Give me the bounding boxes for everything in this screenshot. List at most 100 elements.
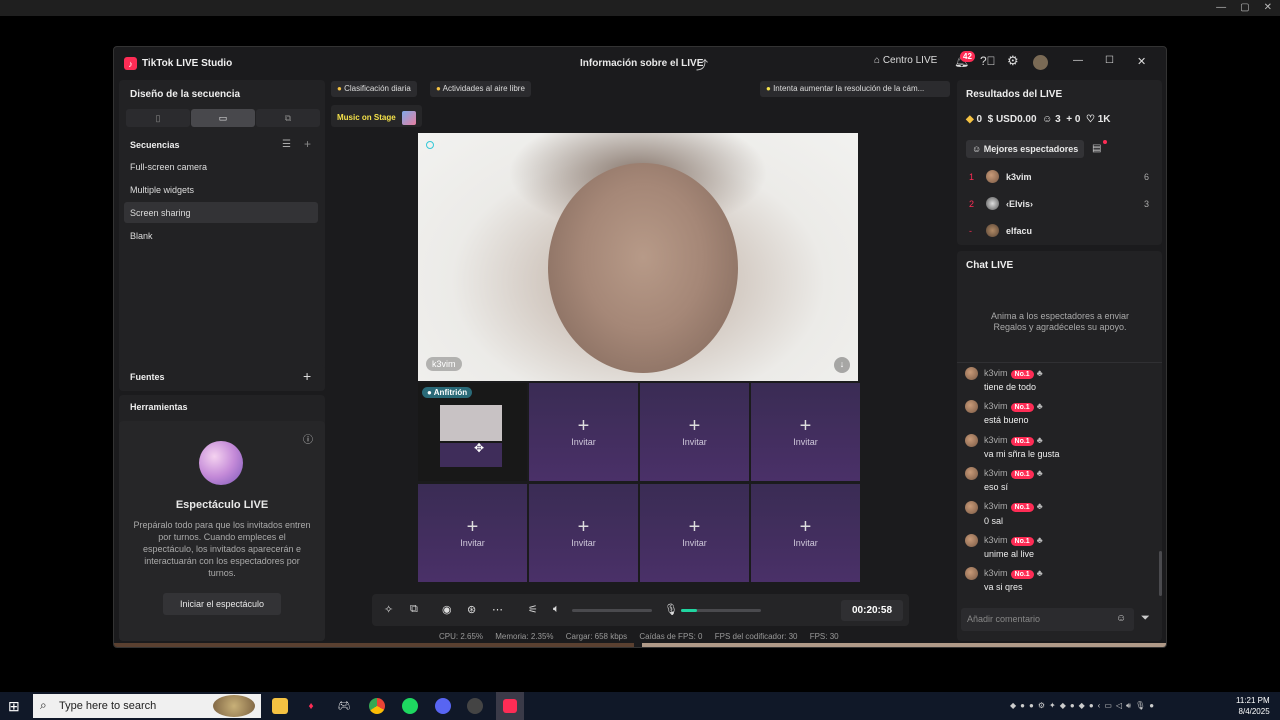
layout-switch-icon[interactable]: ⧉ bbox=[410, 603, 418, 616]
invite-cell[interactable]: + Invitar bbox=[529, 383, 638, 481]
top-fan-badge: No.1 bbox=[1010, 536, 1034, 546]
record-icon[interactable]: ◉ bbox=[442, 603, 452, 616]
outer-minimize-icon[interactable]: — bbox=[1216, 2, 1226, 13]
chat-scrollbar[interactable] bbox=[1159, 551, 1162, 596]
viewers-icon: ☺ bbox=[1042, 114, 1053, 125]
outer-close-icon[interactable]: ✕ bbox=[1264, 2, 1272, 13]
invite-cell[interactable]: + Invitar bbox=[529, 484, 638, 582]
sequence-blank[interactable]: Blank bbox=[124, 225, 318, 246]
live-show-title: Espectáculo LIVE bbox=[175, 499, 269, 511]
app-title: TikTok LIVE Studio bbox=[142, 58, 233, 69]
chrome-icon[interactable] bbox=[369, 698, 385, 714]
capture-icon[interactable]: ⊛ bbox=[467, 603, 476, 616]
taskbar-clock[interactable]: 11:21 PM 8/4/2025 bbox=[1236, 695, 1270, 717]
new-followers-icon: + bbox=[1066, 114, 1073, 125]
chat-message-text: 0 sal bbox=[984, 515, 1004, 526]
sequence-full-screen-camera[interactable]: Full-screen camera bbox=[124, 156, 318, 177]
chat-message[interactable]: k3vim No.1 ♣ va mi sñra le gusta bbox=[965, 433, 1155, 459]
add-sequence-icon[interactable]: + bbox=[304, 137, 311, 151]
dual-screen-icon: ⧉ bbox=[284, 112, 292, 123]
spotify-icon[interactable] bbox=[402, 698, 418, 714]
profile-avatar[interactable] bbox=[1033, 55, 1048, 70]
music-on-stage-label: Music on Stage bbox=[337, 113, 396, 123]
invite-cell[interactable]: + Invitar bbox=[418, 484, 527, 582]
chat-message[interactable]: k3vim No.1 ♣ tiene de todo bbox=[965, 367, 1155, 392]
ranking-row[interactable]: 1 k3vim 6 bbox=[965, 170, 1155, 192]
list-view-icon[interactable]: ▤ bbox=[1092, 143, 1101, 154]
invite-cell[interactable]: + Invitar bbox=[751, 484, 860, 582]
phone-portrait-icon: ▯ bbox=[155, 112, 161, 123]
outdoor-activities-chip[interactable]: ● Actividades al aire libre bbox=[430, 81, 531, 97]
emoji-icon[interactable]: ☺ bbox=[1116, 613, 1126, 624]
share-icon[interactable]: ⤴ bbox=[696, 56, 708, 73]
resolution-hint-chip[interactable]: ● Intenta aumentar la resolución de la c… bbox=[760, 81, 950, 97]
close-icon[interactable]: ✕ bbox=[1137, 55, 1146, 68]
tiktok-live-taskbar-icon[interactable] bbox=[496, 692, 524, 720]
add-source-icon[interactable]: + bbox=[303, 368, 311, 384]
filter-icon[interactable]: ⏷ bbox=[1141, 612, 1150, 625]
volume-slider[interactable] bbox=[572, 609, 652, 612]
main-camera-view[interactable]: k3vim ↓ bbox=[418, 133, 858, 381]
sequence-multiple-widgets[interactable]: Multiple widgets bbox=[124, 179, 318, 200]
comment-input[interactable]: Añadir comentario ☺ bbox=[961, 608, 1134, 631]
camera-options-icon[interactable]: ↓ bbox=[834, 357, 850, 373]
windows-start-icon[interactable]: ⊞ bbox=[8, 698, 20, 715]
discord-icon[interactable] bbox=[435, 698, 451, 714]
game-controller-icon[interactable]: 🎮︎ bbox=[336, 698, 352, 714]
chat-message[interactable]: k3vim No.1 ♣ 0 sal bbox=[965, 500, 1155, 526]
chat-message[interactable]: k3vim No.1 ♣ va si qres bbox=[965, 567, 1155, 592]
host-cell[interactable]: ● Anfitrión ✥ bbox=[418, 383, 527, 481]
speaker-icon[interactable]: 🔈︎ bbox=[553, 603, 560, 616]
outer-maximize-icon[interactable]: ▢ bbox=[1240, 2, 1249, 13]
help-icon[interactable]: ?⃝ bbox=[980, 54, 996, 68]
chat-message[interactable]: k3vim No.1 ♣ está bueno bbox=[965, 400, 1155, 425]
magic-effects-icon[interactable]: ✧ bbox=[384, 603, 393, 616]
chat-message[interactable]: k3vim No.1 ♣ unime al live bbox=[965, 534, 1155, 559]
live-center-button[interactable]: ⌂ Centro LIVE bbox=[874, 55, 937, 66]
chat-message-text: va mi sñra le gusta bbox=[984, 448, 1060, 459]
invite-cell[interactable]: + Invitar bbox=[640, 383, 749, 481]
home-icon: ⌂ bbox=[874, 55, 881, 66]
taskbar-search-box[interactable]: ⌕ Type here to search bbox=[33, 694, 261, 718]
diamonds-count: 0 bbox=[976, 114, 983, 125]
microphone-icon[interactable]: 🎙︎ bbox=[664, 603, 678, 616]
chat-username: k3vim bbox=[984, 568, 1008, 579]
start-show-button[interactable]: Iniciar el espectáculo bbox=[163, 593, 281, 615]
avatar bbox=[965, 567, 978, 581]
live-show-card: ⓘ Espectáculo LIVE Prepáralo todo para q… bbox=[119, 421, 325, 641]
ranking-row[interactable]: 2 ‹Elvis› 3 bbox=[965, 197, 1155, 219]
usd-earnings: USD0.00 bbox=[995, 114, 1037, 125]
invite-plus-icon: + bbox=[577, 516, 590, 538]
obs-icon[interactable] bbox=[467, 698, 483, 714]
dual-layout-button[interactable]: ⧉ bbox=[256, 109, 320, 127]
list-icon[interactable]: ☰ bbox=[282, 139, 291, 150]
top-fan-badge: No.1 bbox=[1010, 570, 1034, 580]
chat-message[interactable]: k3vim No.1 ♣ eso sí bbox=[965, 467, 1155, 492]
viewers-count: 3 bbox=[1055, 114, 1061, 125]
memory-stat: Memoria: 2.35% bbox=[495, 632, 554, 641]
sequence-screen-sharing[interactable]: Screen sharing bbox=[124, 202, 318, 223]
help-circle-icon[interactable]: ⓘ bbox=[303, 431, 313, 446]
more-icon[interactable]: ⋯ bbox=[492, 603, 503, 616]
top-fan-badge: No.1 bbox=[1010, 470, 1034, 480]
search-owl-icon bbox=[213, 695, 255, 717]
live-info-title[interactable]: Información sobre el LIVE bbox=[580, 58, 703, 69]
ranking-row[interactable]: - elfacu bbox=[965, 224, 1155, 246]
app-icon-red[interactable]: ♦ bbox=[303, 698, 319, 714]
chat-empty-hint: Anima a los espectadores a enviar Regalo… bbox=[990, 311, 1130, 332]
landscape-layout-button[interactable]: ▭ bbox=[191, 109, 255, 127]
adjust-settings-icon[interactable]: ⚟ bbox=[528, 603, 538, 616]
invite-cell[interactable]: + Invitar bbox=[640, 484, 749, 582]
microphone-slider[interactable] bbox=[681, 609, 761, 612]
file-explorer-icon[interactable] bbox=[272, 698, 288, 714]
invite-cell[interactable]: + Invitar bbox=[751, 383, 860, 481]
music-on-stage-chip[interactable]: Music on Stage bbox=[331, 105, 422, 127]
minimize-icon[interactable]: — bbox=[1073, 55, 1083, 66]
portrait-layout-button[interactable]: ▯ bbox=[126, 109, 190, 127]
settings-gear-icon[interactable]: ⚙ bbox=[1007, 53, 1019, 69]
top-viewers-tab[interactable]: ☺ Mejores espectadores bbox=[966, 140, 1085, 158]
fan-club-icon: ♣ bbox=[1036, 401, 1043, 412]
system-tray-icons[interactable]: ◆●●⚙✦◆●◆●‹▭◁🔊︎🎙︎● bbox=[1010, 701, 1158, 711]
maximize-icon[interactable]: ☐ bbox=[1105, 55, 1114, 66]
daily-ranking-chip[interactable]: ● Clasificación diaria bbox=[331, 81, 417, 97]
